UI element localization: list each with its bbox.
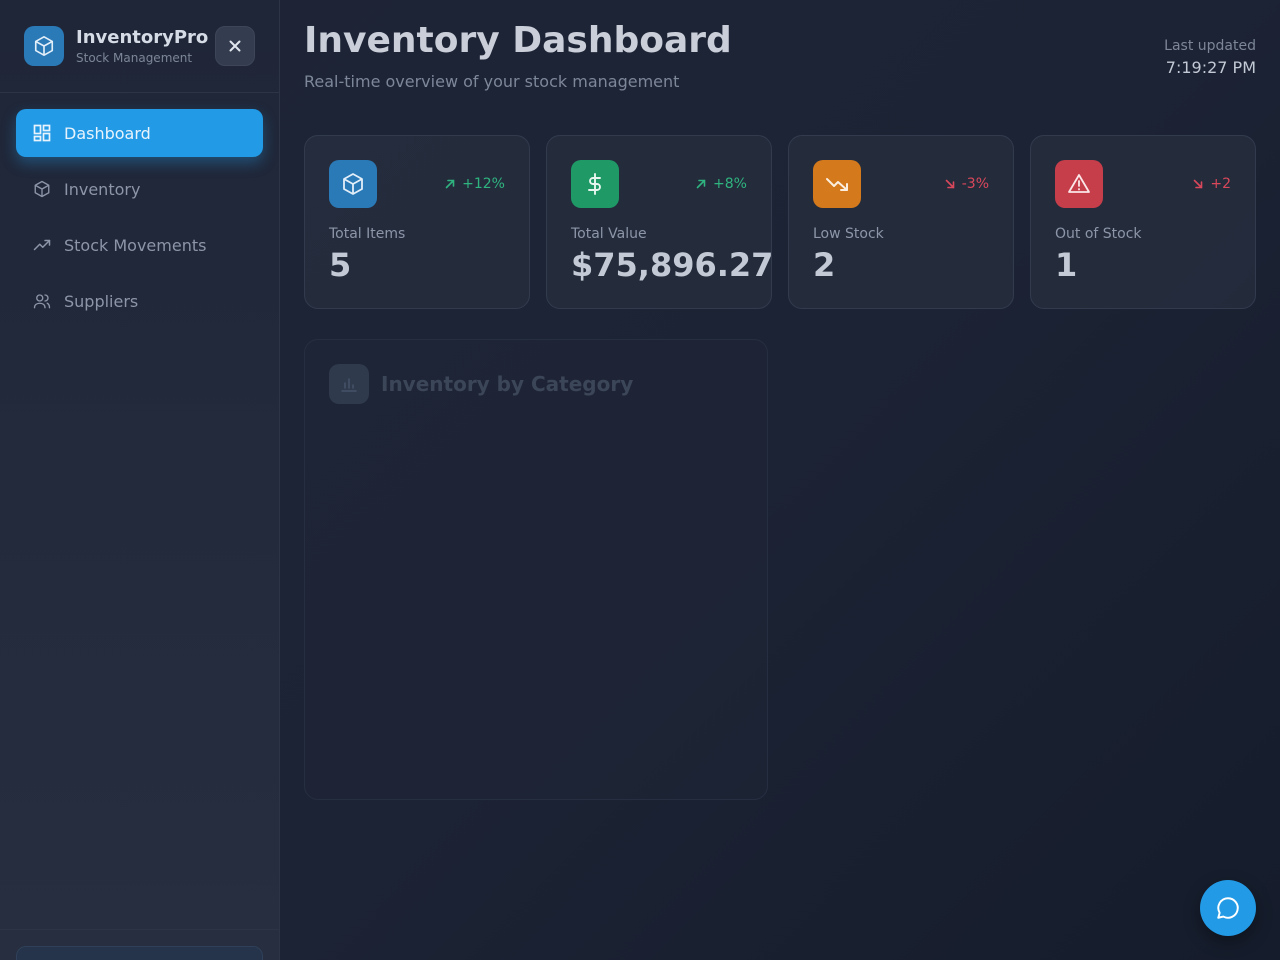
stat-value: $75,896.27 bbox=[571, 246, 774, 284]
arrow-down-right-icon bbox=[1194, 179, 1203, 189]
stat-value: 5 bbox=[329, 246, 352, 284]
stat-trend-value: -3% bbox=[961, 176, 989, 192]
brand-header: InventoryPro Stock Management bbox=[0, 0, 279, 93]
last-updated-label: Last updated bbox=[1164, 38, 1256, 54]
package-icon bbox=[24, 26, 64, 66]
stat-card-out-of-stock: +2 Out of Stock 1 bbox=[1030, 135, 1256, 309]
stats-row: +12% Total Items 5 +8% Total Value $75,8… bbox=[304, 135, 1256, 309]
last-updated-time: 7:19:27 PM bbox=[1165, 58, 1256, 77]
sidebar-item-suppliers[interactable]: Suppliers bbox=[16, 277, 263, 325]
last-updated: Last updated 7:19:27 PM bbox=[1164, 38, 1256, 77]
chart-card-header: Inventory by Category bbox=[329, 364, 633, 404]
sidebar-item-stock-movements[interactable]: Stock Movements bbox=[16, 221, 263, 269]
stat-trend: +8% bbox=[695, 176, 747, 192]
stat-label: Total Items bbox=[329, 226, 406, 242]
sidebar-item-label: Stock Movements bbox=[64, 235, 207, 255]
trending-down-icon bbox=[813, 160, 861, 208]
stat-trend-value: +2 bbox=[1210, 176, 1231, 192]
close-icon bbox=[229, 40, 241, 52]
page-subtitle: Real-time overview of your stock managem… bbox=[304, 72, 680, 91]
sidebar: InventoryPro Stock Management Dashboard … bbox=[0, 0, 280, 960]
users-icon bbox=[32, 291, 52, 311]
app-root: InventoryPro Stock Management Dashboard … bbox=[0, 0, 1280, 960]
stat-value: 1 bbox=[1055, 246, 1078, 284]
alert-triangle-icon bbox=[1055, 160, 1103, 208]
arrow-up-right-icon bbox=[696, 179, 706, 189]
stat-card-low-stock: -3% Low Stock 2 bbox=[788, 135, 1014, 309]
stat-trend: +12% bbox=[444, 176, 505, 192]
brand-subtitle: Stock Management bbox=[76, 51, 193, 65]
stat-trend-value: +8% bbox=[713, 176, 747, 192]
sidebar-footer-card[interactable] bbox=[16, 946, 263, 960]
sidebar-item-label: Dashboard bbox=[64, 123, 151, 143]
main-content: Inventory Dashboard Real-time overview o… bbox=[280, 0, 1280, 960]
stat-trend-value: +12% bbox=[462, 176, 505, 192]
chat-icon bbox=[1217, 897, 1239, 919]
stat-trend: +2 bbox=[1192, 176, 1231, 192]
stat-card-total-value: +8% Total Value $75,896.27 bbox=[546, 135, 774, 309]
dollar-icon bbox=[571, 160, 619, 208]
stat-label: Total Value bbox=[571, 226, 647, 242]
sidebar-nav: Dashboard Inventory Stock Movements Supp… bbox=[0, 93, 279, 349]
inventory-by-category-card: Inventory by Category bbox=[304, 339, 768, 800]
package-icon bbox=[329, 160, 377, 208]
sidebar-item-label: Inventory bbox=[64, 179, 141, 199]
page-title: Inventory Dashboard bbox=[304, 20, 732, 61]
arrow-down-right-icon bbox=[945, 179, 955, 189]
stat-card-total-items: +12% Total Items 5 bbox=[304, 135, 530, 309]
stat-trend: -3% bbox=[944, 176, 989, 192]
bar-chart-icon bbox=[329, 364, 369, 404]
arrow-up-right-icon bbox=[445, 179, 455, 189]
sidebar-item-dashboard[interactable]: Dashboard bbox=[16, 109, 263, 157]
stat-label: Out of Stock bbox=[1055, 226, 1142, 242]
stat-label: Low Stock bbox=[813, 226, 884, 242]
sidebar-item-label: Suppliers bbox=[64, 291, 139, 311]
brand-title: InventoryPro bbox=[76, 27, 209, 48]
sidebar-item-inventory[interactable]: Inventory bbox=[16, 165, 263, 213]
package-icon bbox=[32, 179, 52, 199]
stat-value: 2 bbox=[813, 246, 836, 284]
chart-card-title: Inventory by Category bbox=[381, 372, 634, 396]
dashboard-icon bbox=[32, 123, 52, 143]
chat-button[interactable] bbox=[1200, 880, 1256, 936]
trending-up-icon bbox=[32, 235, 52, 255]
close-sidebar-button[interactable] bbox=[215, 26, 255, 66]
sidebar-footer bbox=[0, 929, 279, 960]
